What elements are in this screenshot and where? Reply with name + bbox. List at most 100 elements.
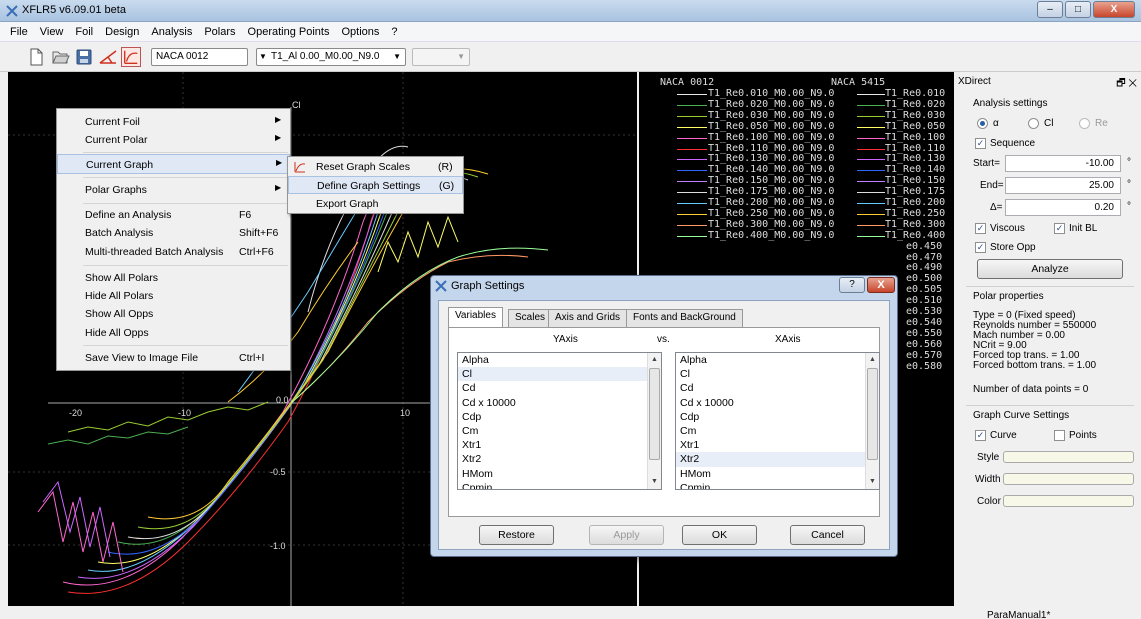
restore-button[interactable]: Restore: [479, 525, 554, 545]
xdirect-icon[interactable]: [121, 47, 141, 67]
tab-variables[interactable]: Variables: [448, 307, 503, 328]
variable-option[interactable]: Cdp: [458, 410, 661, 424]
curve-checkbox[interactable]: ✓: [975, 430, 986, 441]
start-input[interactable]: -10.00: [1005, 155, 1121, 172]
apply-button[interactable]: Apply: [589, 525, 664, 545]
menu-foil[interactable]: Foil: [69, 26, 99, 38]
variable-option[interactable]: Alpha: [676, 353, 879, 367]
variable-option[interactable]: Cm: [676, 424, 879, 438]
analyze-button[interactable]: Analyze: [977, 259, 1123, 279]
variable-option[interactable]: Xtr2: [676, 452, 879, 467]
variable-option[interactable]: Xtr1: [676, 438, 879, 452]
delta-input[interactable]: 0.20: [1005, 199, 1121, 216]
tab-scales[interactable]: Scales: [508, 309, 553, 327]
variable-option[interactable]: Cdp: [676, 410, 879, 424]
dialog-help-button[interactable]: ?: [839, 277, 865, 293]
line-width-picker[interactable]: [1003, 473, 1134, 485]
cancel-button[interactable]: Cancel: [790, 525, 865, 545]
init-bl-checkbox[interactable]: ✓: [1054, 223, 1065, 234]
open-file-icon[interactable]: [50, 47, 70, 67]
cl-radio[interactable]: [1028, 118, 1039, 129]
variable-option[interactable]: Cd x 10000: [458, 396, 661, 410]
store-opp-checkbox[interactable]: ✓: [975, 242, 986, 253]
scroll-thumb[interactable]: [867, 368, 878, 460]
menu-item-hide-all-polars[interactable]: Hide All Polars: [57, 286, 290, 306]
menu-polars[interactable]: Polars: [198, 26, 241, 38]
variable-option[interactable]: Cpmin: [676, 481, 879, 489]
variable-option[interactable]: Xtr2: [458, 452, 661, 466]
foil-design-icon[interactable]: [98, 47, 118, 67]
scrollbar[interactable]: ▲ ▼: [647, 353, 661, 489]
x-variable-list[interactable]: Alpha Cl Cd Cd x 10000 Cdp Cm Xtr1 Xtr2 HMom Cpmi…: [675, 352, 880, 490]
close-button[interactable]: X: [1093, 1, 1135, 18]
variable-option[interactable]: Cl: [458, 367, 661, 382]
alpha-radio[interactable]: [977, 118, 988, 129]
end-input[interactable]: 25.00: [1005, 177, 1121, 194]
tab-axis-and-grids[interactable]: Axis and Grids: [548, 309, 628, 327]
menu-item-current-graph[interactable]: Current Graph ▶: [57, 154, 290, 174]
save-icon[interactable]: [74, 47, 94, 67]
menu-item-polar-graphs[interactable]: Polar Graphs ▶: [57, 180, 290, 200]
variable-option[interactable]: Cd: [458, 381, 661, 395]
menu-item-show-all-opps[interactable]: Show All Opps: [57, 304, 290, 324]
polar-select[interactable]: ▼ T1_Al 0.00_M0.00_N9.0 ▼: [256, 48, 406, 66]
variable-option[interactable]: HMom: [676, 467, 879, 481]
variable-option[interactable]: Cd x 10000: [676, 396, 879, 410]
menu-help[interactable]: ?: [385, 26, 403, 38]
y-variable-list[interactable]: Alpha Cl Cd Cd x 10000 Cdp Cm Xtr1 Xtr2 HMom Cpmi…: [457, 352, 662, 490]
menu-item-define-graph-settings[interactable]: Define Graph Settings (G): [288, 176, 463, 194]
opp-select[interactable]: ▼: [412, 48, 470, 66]
points-checkbox[interactable]: [1054, 430, 1065, 441]
menu-file[interactable]: File: [4, 26, 34, 38]
menu-operating-points[interactable]: Operating Points: [242, 26, 336, 38]
menu-item-hide-all-opps[interactable]: Hide All Opps: [57, 323, 290, 343]
menu-item-save-view[interactable]: Save View to Image File Ctrl+I: [57, 348, 290, 368]
menu-item-show-all-polars[interactable]: Show All Polars: [57, 268, 290, 288]
menu-item-reset-graph-scales[interactable]: Reset Graph Scales (R): [288, 158, 463, 176]
scroll-down-icon[interactable]: ▼: [866, 475, 879, 489]
menu-options[interactable]: Options: [335, 26, 385, 38]
sequence-checkbox[interactable]: ✓: [975, 138, 986, 149]
variable-option[interactable]: Alpha: [458, 353, 661, 367]
variable-option[interactable]: HMom: [458, 467, 661, 481]
menu-item-multithreaded-batch[interactable]: Multi-threaded Batch Analysis Ctrl+F6: [57, 242, 290, 262]
ok-button[interactable]: OK: [682, 525, 757, 545]
scrollbar[interactable]: ▲ ▼: [865, 353, 879, 489]
chevron-down-icon: ▼: [457, 52, 465, 61]
new-file-icon[interactable]: [26, 47, 46, 67]
reset-scales-icon: [294, 162, 306, 173]
variable-option[interactable]: Cm: [458, 424, 661, 438]
tab-fonts-and-background[interactable]: Fonts and BackGround: [626, 309, 743, 327]
line-style-picker[interactable]: [1003, 451, 1134, 463]
variable-option[interactable]: Cpmin: [458, 481, 661, 489]
viscous-checkbox[interactable]: ✓: [975, 223, 986, 234]
menu-item-batch-analysis[interactable]: Batch Analysis Shift+F6: [57, 223, 290, 243]
menu-item-current-foil[interactable]: Current Foil ▶: [57, 112, 290, 132]
sequence-label: Sequence: [990, 138, 1036, 149]
menu-item-label: Current Polar: [85, 134, 148, 146]
variable-option[interactable]: Cd: [676, 381, 879, 395]
menu-view[interactable]: View: [34, 26, 70, 38]
float-close-icon[interactable]: 🗗 ✕: [1116, 76, 1137, 93]
menu-item-current-polar[interactable]: Current Polar ▶: [57, 130, 290, 150]
dialog-close-button[interactable]: X: [867, 277, 895, 293]
maximize-button[interactable]: □: [1065, 1, 1091, 18]
variable-option[interactable]: Xtr1: [458, 438, 661, 452]
menu-item-export-graph[interactable]: Export Graph: [288, 195, 463, 213]
menu-design[interactable]: Design: [99, 26, 145, 38]
menu-item-shortcut: Ctrl+I: [239, 352, 265, 364]
scroll-thumb[interactable]: [649, 368, 660, 460]
foil-select[interactable]: NACA 0012: [151, 48, 248, 66]
menu-analysis[interactable]: Analysis: [145, 26, 198, 38]
color-label: Color: [977, 496, 1001, 507]
legend-entry: e0.560: [906, 338, 943, 350]
menu-item-define-analysis[interactable]: Define an Analysis F6: [57, 205, 290, 225]
variable-option[interactable]: Cl: [676, 367, 879, 381]
minimize-button[interactable]: –: [1037, 1, 1063, 18]
line-color-picker[interactable]: [1003, 495, 1134, 507]
scroll-up-icon[interactable]: ▲: [866, 353, 879, 367]
status-text: ParaManual1*: [987, 610, 1051, 619]
scroll-down-icon[interactable]: ▼: [648, 475, 661, 489]
scroll-up-icon[interactable]: ▲: [648, 353, 661, 367]
re-radio[interactable]: [1079, 118, 1090, 129]
